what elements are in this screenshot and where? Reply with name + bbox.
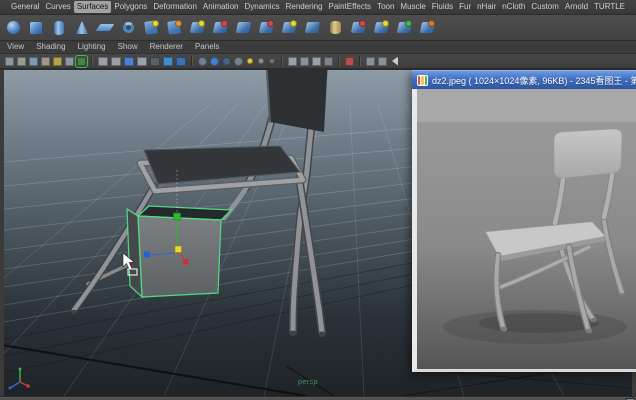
nurbs-cube-icon[interactable]	[27, 19, 45, 37]
lock-camera-icon[interactable]	[17, 57, 26, 66]
image-viewer-title: dz2.jpeg ( 1024×1024像素, 96KB) - 2345看图王 …	[432, 74, 636, 87]
image-viewer-titlebar[interactable]: dz2.jpeg ( 1024×1024像素, 96KB) - 2345看图王 …	[412, 70, 636, 89]
birail-icon[interactable]	[280, 19, 298, 37]
panel-menu-lighting[interactable]: Lighting	[78, 42, 106, 52]
nurbs-plane-icon[interactable]	[96, 19, 114, 37]
detach-surfaces-icon[interactable]	[372, 19, 390, 37]
gamma-icon[interactable]	[378, 57, 387, 66]
image-plane-icon[interactable]	[53, 57, 62, 66]
menu-item-curves[interactable]: Curves	[42, 1, 73, 13]
planar-icon[interactable]	[234, 19, 252, 37]
menu-item-turtle[interactable]: TURTLE	[591, 1, 628, 13]
camera-attributes-icon[interactable]	[29, 57, 38, 66]
photo-viewer-icon	[417, 75, 428, 86]
viewport-toolbar	[0, 54, 636, 69]
workspace: persp dz2.jpeg ( 1024×1024像素, 96KB) - 23…	[0, 69, 636, 396]
highlight-selection-icon[interactable]	[345, 57, 354, 66]
screen-space-ao-icon[interactable]	[163, 57, 173, 66]
image-viewer-window: dz2.jpeg ( 1024×1024像素, 96KB) - 2345看图王 …	[412, 70, 636, 372]
panel-menu-panels[interactable]: Panels	[195, 42, 219, 52]
toolbar-separator	[338, 56, 340, 66]
panel-menu-renderer[interactable]: Renderer	[150, 42, 183, 52]
time-slider[interactable]	[0, 396, 636, 400]
use-all-lights-icon[interactable]	[210, 57, 219, 66]
wireframe-icon[interactable]	[98, 57, 108, 66]
field-chart-icon[interactable]	[300, 57, 309, 66]
panel-menu-view[interactable]: View	[7, 42, 24, 52]
attach-surfaces-icon[interactable]	[349, 19, 367, 37]
pencil-curve-tool-icon[interactable]	[165, 19, 183, 37]
menu-item-ncloth[interactable]: nCloth	[499, 1, 528, 13]
panel-menu-show[interactable]: Show	[118, 42, 138, 52]
menu-item-nhair[interactable]: nHair	[474, 1, 499, 13]
view-transform-arrow-icon[interactable]	[390, 57, 398, 66]
menu-item-fur[interactable]: Fur	[456, 1, 474, 13]
grease-pencil-icon[interactable]	[77, 57, 86, 66]
occlusion-icon[interactable]	[234, 57, 243, 66]
menu-item-deformation[interactable]: Deformation	[150, 1, 200, 13]
cv-curve-tool-icon[interactable]	[142, 19, 160, 37]
extrude-icon[interactable]	[257, 19, 275, 37]
menu-item-custom[interactable]: Custom	[528, 1, 562, 13]
texture-indicator-icon[interactable]	[247, 58, 253, 64]
resolution-gate-icon[interactable]	[312, 57, 321, 66]
toolbar-separator	[91, 56, 93, 66]
scale-z-handle[interactable]	[144, 252, 150, 258]
menu-item-muscle[interactable]: Muscle	[397, 1, 428, 13]
menu-item-polygons[interactable]: Polygons	[111, 1, 150, 13]
menu-item-rendering[interactable]: Rendering	[283, 1, 326, 13]
camera-name-label: persp	[298, 379, 318, 386]
main-menubar: GeneralCurvesSurfacesPolygonsDeformation…	[0, 0, 636, 15]
xray-icon[interactable]	[258, 58, 264, 64]
toolbar-separator	[281, 56, 283, 66]
panel-menu-shading[interactable]: Shading	[36, 42, 65, 52]
menu-item-general[interactable]: General	[8, 1, 42, 13]
exposure-icon[interactable]	[366, 57, 375, 66]
maya-window: GeneralCurvesSurfacesPolygonsDeformation…	[0, 0, 636, 400]
nurbs-cylinder-icon[interactable]	[50, 19, 68, 37]
bookmark-icon[interactable]	[41, 57, 50, 66]
xray-joints-icon[interactable]	[269, 58, 275, 64]
2d-pan-zoom-icon[interactable]	[65, 57, 74, 66]
nurbs-sphere-icon[interactable]	[4, 19, 22, 37]
chair-model	[71, 70, 328, 337]
textured-icon[interactable]	[124, 57, 134, 66]
menu-item-painteffects[interactable]: PaintEffects	[326, 1, 375, 13]
reference-chair-image	[417, 89, 636, 369]
menu-item-dynamics[interactable]: Dynamics	[241, 1, 282, 13]
isolate-select-icon[interactable]	[288, 57, 297, 66]
toolbar-separator	[359, 56, 361, 66]
nurbs-cone-icon[interactable]	[73, 19, 91, 37]
surfaces-shelf	[0, 15, 636, 41]
image-viewer-content	[412, 89, 636, 372]
select-camera-icon[interactable]	[5, 57, 14, 66]
scale-x-handle[interactable]	[183, 259, 189, 265]
menu-item-surfaces[interactable]: Surfaces	[74, 1, 112, 13]
gate-mask-icon[interactable]	[324, 57, 333, 66]
boundary-icon[interactable]	[303, 19, 321, 37]
shadow-lighting-icon[interactable]	[222, 57, 231, 66]
menu-item-animation[interactable]: Animation	[200, 1, 242, 13]
motion-blur-icon[interactable]	[176, 57, 186, 66]
smooth-shade-icon[interactable]	[111, 57, 121, 66]
menu-item-arnold[interactable]: Arnold	[562, 1, 591, 13]
view-axis-indicator	[9, 368, 30, 390]
use-default-lighting-icon[interactable]	[198, 57, 207, 66]
scale-center-handle[interactable]	[175, 246, 182, 253]
shadows-icon[interactable]	[150, 57, 160, 66]
open-close-surfaces-icon[interactable]	[395, 19, 413, 37]
bevel-plus-icon[interactable]	[326, 19, 344, 37]
nurbs-torus-icon[interactable]	[119, 19, 137, 37]
rebuild-surface-icon[interactable]	[418, 19, 436, 37]
toolbar-separator	[191, 56, 193, 66]
use-default-material-icon[interactable]	[137, 57, 147, 66]
loft-icon[interactable]	[211, 19, 229, 37]
revolve-icon[interactable]	[188, 19, 206, 37]
panel-menubar: View Shading Lighting Show Renderer Panels	[0, 41, 636, 54]
menu-item-fluids[interactable]: Fluids	[429, 1, 456, 13]
scale-y-handle[interactable]	[174, 213, 181, 220]
menu-item-toon[interactable]: Toon	[374, 1, 397, 13]
